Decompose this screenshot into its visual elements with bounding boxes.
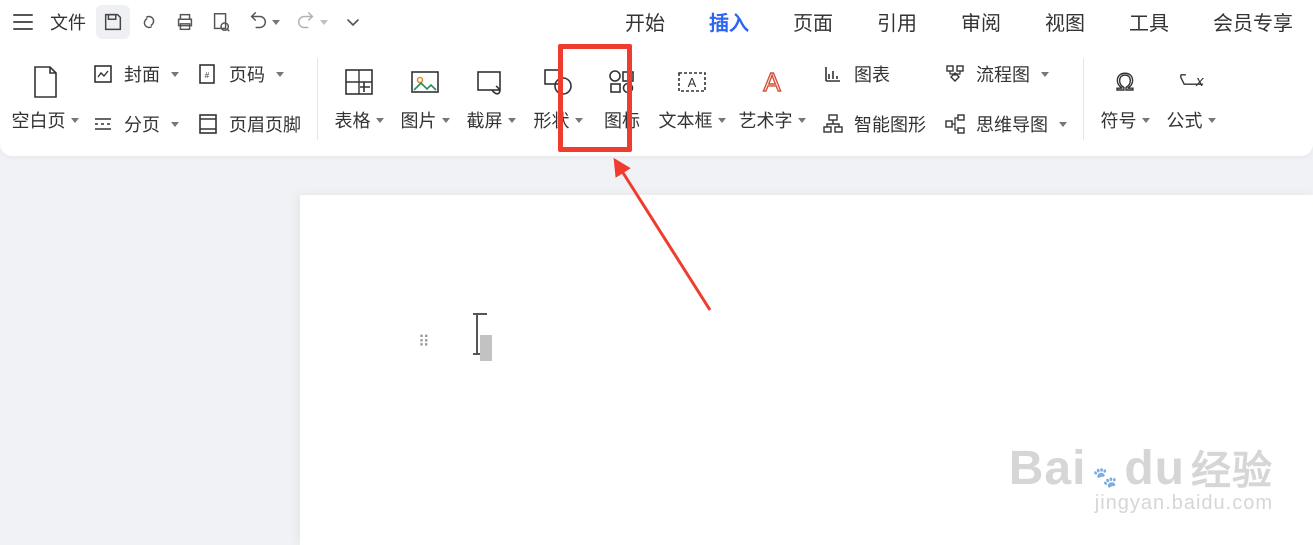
textbox-button[interactable]: A 文本框 (652, 48, 732, 150)
picture-label: 图片 (401, 107, 437, 133)
picture-button[interactable]: 图片 (392, 48, 458, 150)
symbol-button[interactable]: Ω 符号 (1092, 48, 1158, 150)
mindmap-button[interactable]: 思维导图 (938, 105, 1071, 143)
picture-icon (410, 65, 440, 99)
smartart-icon (820, 113, 846, 135)
tab-view[interactable]: 视图 (1043, 3, 1087, 42)
equation-icon: x (1174, 65, 1208, 99)
wordart-icon: A (756, 65, 788, 99)
file-menu[interactable]: 文件 (42, 9, 94, 35)
link-icon[interactable] (132, 5, 166, 39)
cover-label: 封面 (124, 61, 160, 87)
page-number-button[interactable]: # 页码 (191, 55, 305, 93)
tab-start[interactable]: 开始 (623, 3, 667, 42)
icon-gallery-icon (607, 65, 637, 99)
mindmap-label: 思维导图 (976, 111, 1048, 137)
equation-button[interactable]: x 公式 (1158, 48, 1224, 150)
page-break-icon (90, 113, 116, 135)
tab-tools[interactable]: 工具 (1127, 3, 1171, 42)
screenshot-icon (476, 65, 506, 99)
page-number-label: 页码 (229, 61, 265, 87)
table-label: 表格 (335, 107, 371, 133)
blank-page-label: 空白页 (12, 107, 66, 133)
undo-button[interactable] (240, 5, 286, 39)
wordart-button[interactable]: A 艺术字 (732, 48, 812, 150)
shapes-icon (542, 65, 574, 99)
print-preview-icon[interactable] (204, 5, 238, 39)
qat-more-icon[interactable] (336, 5, 370, 39)
smartart-label: 智能图形 (854, 111, 926, 137)
chart-button[interactable]: 图表 (816, 55, 930, 93)
tab-reference[interactable]: 引用 (875, 3, 919, 42)
save-icon[interactable] (96, 5, 130, 39)
smartart-button[interactable]: 智能图形 (816, 105, 930, 143)
ribbon-tabs: 开始 插入 页面 引用 审阅 视图 工具 会员专享 (623, 0, 1295, 44)
document-canvas[interactable]: ⠿ (300, 195, 1313, 545)
header-footer-icon (195, 113, 221, 135)
redo-button[interactable] (288, 5, 334, 39)
flowchart-button[interactable]: 流程图 (938, 55, 1071, 93)
tab-review[interactable]: 审阅 (959, 3, 1003, 42)
wordart-label: 艺术字 (739, 107, 793, 133)
icon-label: 图标 (604, 107, 640, 133)
page-break-label: 分页 (124, 111, 160, 137)
ribbon-divider (317, 58, 318, 140)
textbox-label: 文本框 (659, 107, 713, 133)
equation-label: 公式 (1167, 107, 1203, 133)
mindmap-icon (942, 113, 968, 135)
cover-button[interactable]: 封面 (86, 55, 183, 93)
blank-page-icon (30, 65, 60, 99)
table-icon (344, 65, 374, 99)
shapes-label: 形状 (534, 107, 570, 133)
flowchart-label: 流程图 (976, 61, 1030, 87)
blank-page-button[interactable]: 空白页 (8, 48, 82, 150)
svg-text:A: A (763, 67, 781, 97)
ribbon-divider (1083, 58, 1084, 140)
page-break-button[interactable]: 分页 (86, 105, 183, 143)
screenshot-label: 截屏 (467, 107, 503, 133)
flowchart-icon (942, 63, 968, 85)
page-number-icon: # (195, 63, 221, 85)
menu-icon[interactable] (6, 5, 40, 39)
symbol-label: 符号 (1101, 107, 1137, 133)
tab-member[interactable]: 会员专享 (1211, 3, 1295, 42)
print-icon[interactable] (168, 5, 202, 39)
svg-text:A: A (688, 75, 697, 90)
svg-text:#: # (205, 71, 210, 80)
chart-icon (820, 63, 846, 85)
shapes-button[interactable]: 形状 (524, 48, 592, 150)
tab-insert[interactable]: 插入 (707, 3, 751, 42)
header-footer-button[interactable]: 页眉页脚 (191, 105, 305, 143)
tab-page[interactable]: 页面 (791, 3, 835, 42)
svg-text:x: x (1195, 73, 1204, 90)
paragraph-handle-icon[interactable]: ⠿ (418, 340, 432, 346)
table-button[interactable]: 表格 (326, 48, 392, 150)
textbox-icon: A (675, 65, 709, 99)
cover-icon (90, 63, 116, 85)
symbol-icon: Ω (1110, 65, 1140, 99)
screenshot-button[interactable]: 截屏 (458, 48, 524, 150)
chart-label: 图表 (854, 61, 890, 87)
svg-text:Ω: Ω (1116, 69, 1134, 96)
text-cursor (470, 313, 490, 355)
header-footer-label: 页眉页脚 (229, 111, 301, 137)
ribbon-insert: 空白页 封面 分页 # 页码 页眉页脚 (0, 44, 1313, 156)
icon-button[interactable]: 图标 (592, 48, 652, 150)
